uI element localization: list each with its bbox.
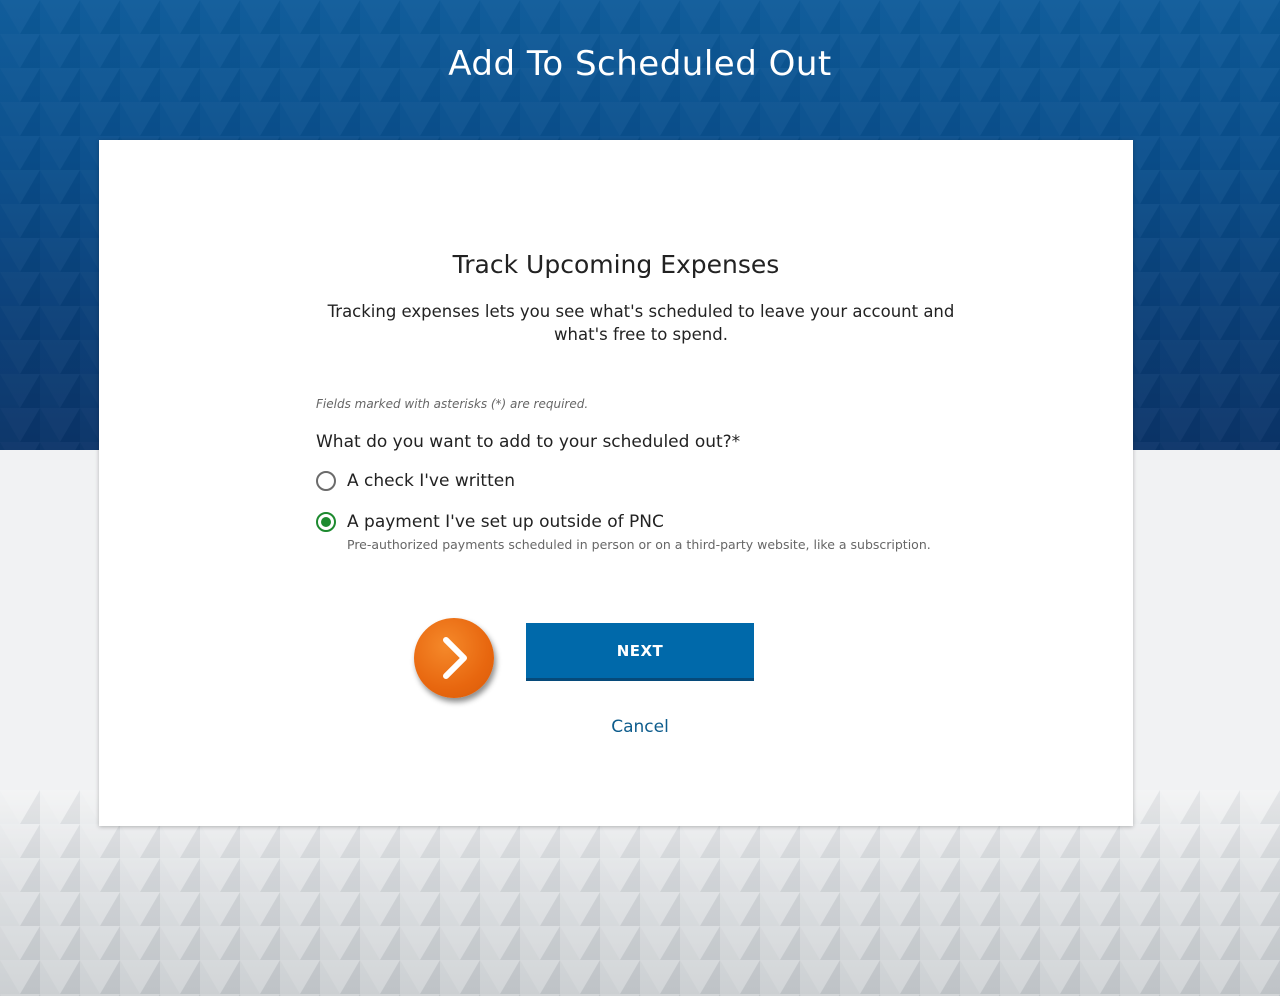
option-label: A payment I've set up outside of PNC xyxy=(347,512,664,532)
card-description: Tracking expenses lets you see what's sc… xyxy=(327,302,955,344)
form-card: Track Upcoming Expenses Tracking expense… xyxy=(99,140,1133,826)
next-button[interactable]: NEXT xyxy=(526,623,754,681)
option-sublabel: Pre-authorized payments scheduled in per… xyxy=(347,537,931,552)
question-label: What do you want to add to your schedule… xyxy=(316,432,741,452)
cancel-link[interactable]: Cancel xyxy=(526,717,754,737)
chevron-right-icon xyxy=(414,618,494,698)
page: Add To Scheduled Out Track Upcoming Expe… xyxy=(0,0,1280,996)
option-label: A check I've written xyxy=(347,471,515,491)
radio-payment-outside-pnc[interactable] xyxy=(316,512,336,532)
radio-check-written[interactable] xyxy=(316,471,336,491)
card-heading: Track Upcoming Expenses xyxy=(452,250,780,279)
required-fields-note: Fields marked with asterisks (*) are req… xyxy=(316,397,589,411)
chevron-right-icon-glyph xyxy=(443,637,467,679)
page-title: Add To Scheduled Out xyxy=(448,44,832,84)
